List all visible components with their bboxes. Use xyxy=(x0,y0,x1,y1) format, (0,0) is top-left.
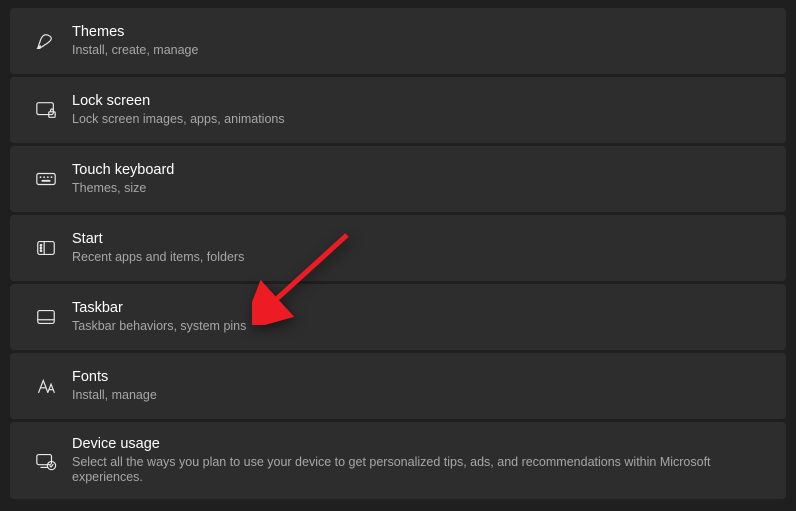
item-desc: Lock screen images, apps, animations xyxy=(72,112,285,127)
taskbar-icon xyxy=(26,306,66,328)
list-item-fonts[interactable]: Fonts Install, manage xyxy=(10,353,786,419)
fonts-icon xyxy=(26,375,66,397)
item-title: Touch keyboard xyxy=(72,162,174,179)
item-desc: Themes, size xyxy=(72,181,174,196)
item-text: Fonts Install, manage xyxy=(72,369,157,403)
item-text: Lock screen Lock screen images, apps, an… xyxy=(72,93,285,127)
lock-screen-icon xyxy=(26,99,66,121)
item-text: Touch keyboard Themes, size xyxy=(72,162,174,196)
list-item-touch-keyboard[interactable]: Touch keyboard Themes, size xyxy=(10,146,786,212)
item-text: Taskbar Taskbar behaviors, system pins xyxy=(72,300,246,334)
list-item-lock-screen[interactable]: Lock screen Lock screen images, apps, an… xyxy=(10,77,786,143)
item-title: Device usage xyxy=(72,436,770,453)
list-item-start[interactable]: Start Recent apps and items, folders xyxy=(10,215,786,281)
item-title: Taskbar xyxy=(72,300,246,317)
item-title: Themes xyxy=(72,24,198,41)
item-title: Lock screen xyxy=(72,93,285,110)
item-text: Start Recent apps and items, folders xyxy=(72,231,244,265)
settings-list: Themes Install, create, manage Lock scre… xyxy=(10,8,786,499)
item-desc: Install, create, manage xyxy=(72,43,198,58)
item-desc: Install, manage xyxy=(72,388,157,403)
device-usage-icon xyxy=(26,450,66,472)
list-item-device-usage[interactable]: Device usage Select all the ways you pla… xyxy=(10,422,786,499)
start-menu-icon xyxy=(26,237,66,259)
item-title: Start xyxy=(72,231,244,248)
item-title: Fonts xyxy=(72,369,157,386)
item-desc: Recent apps and items, folders xyxy=(72,250,244,265)
keyboard-icon xyxy=(26,168,66,190)
list-item-taskbar[interactable]: Taskbar Taskbar behaviors, system pins xyxy=(10,284,786,350)
item-text: Themes Install, create, manage xyxy=(72,24,198,58)
item-desc: Select all the ways you plan to use your… xyxy=(72,455,770,485)
item-text: Device usage Select all the ways you pla… xyxy=(72,436,770,485)
list-item-themes[interactable]: Themes Install, create, manage xyxy=(10,8,786,74)
item-desc: Taskbar behaviors, system pins xyxy=(72,319,246,334)
pencil-brush-icon xyxy=(26,30,66,52)
